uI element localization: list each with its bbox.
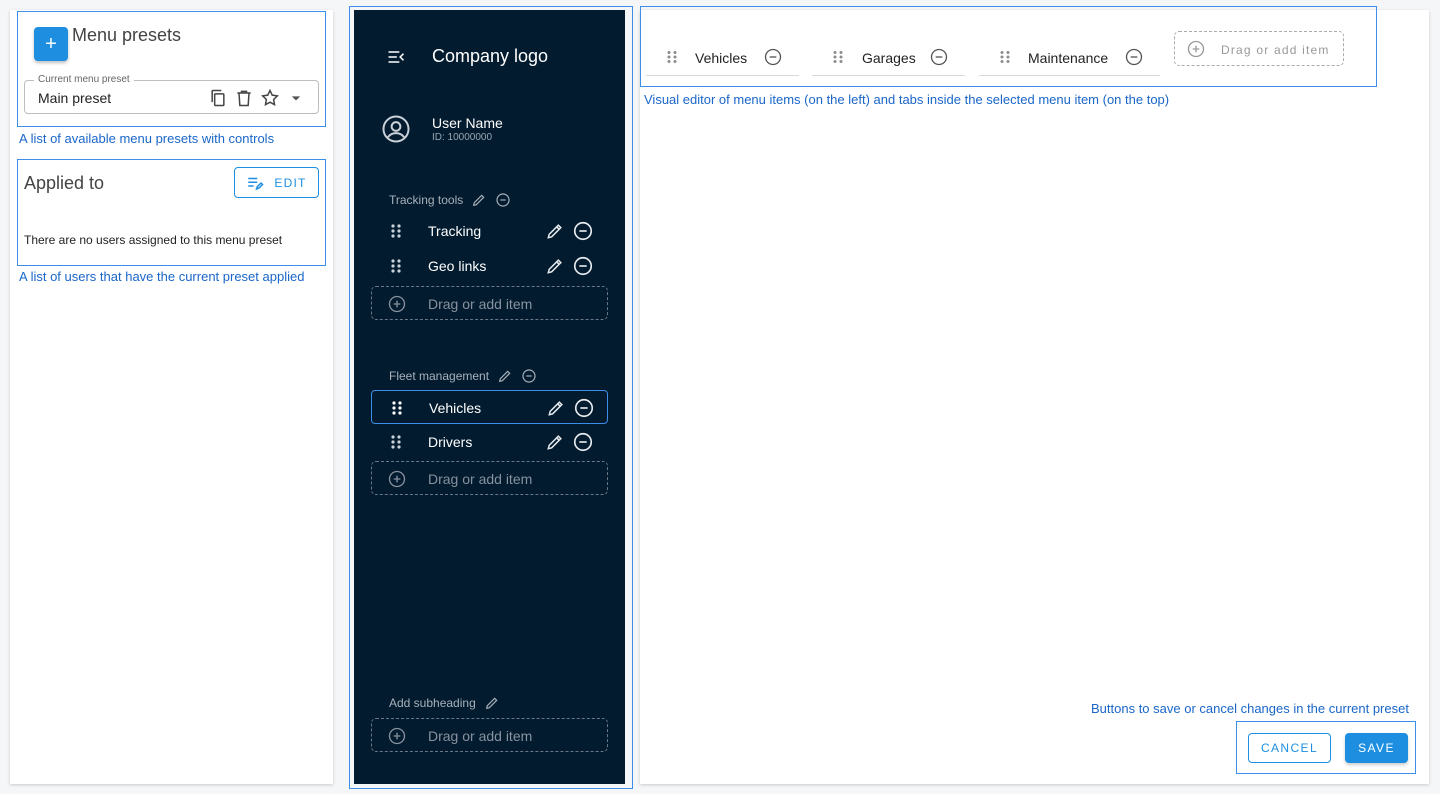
tab-label: Garages: [862, 50, 916, 66]
annotation-users: A list of users that have the current pr…: [19, 269, 305, 284]
applied-to-title: Applied to: [24, 173, 105, 193]
remove-circle-icon[interactable]: [572, 220, 594, 242]
presets-panel: + Menu presets Current menu preset Main …: [10, 10, 333, 784]
tab-maintenance[interactable]: Maintenance: [979, 38, 1160, 76]
drag-handle-icon[interactable]: [390, 400, 404, 416]
drag-handle-icon[interactable]: [389, 223, 403, 239]
subheading-label: Fleet management: [389, 369, 490, 383]
drag-handle-icon[interactable]: [999, 50, 1011, 64]
pencil-icon[interactable]: [545, 432, 565, 452]
menu-item-label: Drivers: [428, 434, 473, 450]
tab-label: Maintenance: [1028, 50, 1109, 66]
edit-list-icon: [248, 177, 264, 190]
user-name: User Name: [432, 115, 503, 131]
remove-circle-icon[interactable]: [1124, 47, 1144, 67]
tab-vehicles[interactable]: Vehicles: [646, 38, 799, 76]
current-preset-legend: Current menu preset: [34, 74, 134, 85]
tab-drop-zone[interactable]: Drag or add item: [1174, 31, 1344, 66]
add-circle-icon: [388, 295, 406, 313]
drop-zone-fleet-management[interactable]: Drag or add item: [371, 461, 608, 495]
drop-zone-label: Drag or add item: [428, 296, 533, 312]
trash-icon[interactable]: [234, 88, 254, 108]
menu-collapse-icon[interactable]: [386, 47, 406, 67]
star-icon[interactable]: [260, 88, 280, 108]
drop-zone-label: Drag or add item: [428, 728, 533, 744]
pencil-icon[interactable]: [471, 192, 487, 208]
subheading-fleet-management[interactable]: Fleet management: [389, 368, 537, 384]
menu-item-drivers[interactable]: Drivers: [371, 425, 608, 459]
cancel-button[interactable]: CANCEL: [1248, 733, 1331, 763]
tab-label: Vehicles: [695, 50, 748, 66]
pencil-icon[interactable]: [497, 368, 513, 384]
save-button[interactable]: SAVE: [1345, 733, 1408, 763]
remove-circle-icon[interactable]: [572, 431, 594, 453]
drag-handle-icon[interactable]: [832, 50, 844, 64]
remove-circle-icon[interactable]: [521, 368, 537, 384]
pencil-icon[interactable]: [545, 256, 565, 276]
menu-item-tracking[interactable]: Tracking: [371, 214, 608, 248]
add-circle-icon: [388, 727, 406, 745]
user-id: ID: 10000000: [432, 132, 493, 143]
menu-item-label: Vehicles: [429, 400, 482, 416]
remove-circle-icon[interactable]: [573, 397, 595, 419]
annotation-editor: Visual editor of menu items (on the left…: [644, 92, 1170, 107]
menu-item-geo-links[interactable]: Geo links: [371, 249, 608, 283]
drag-handle-icon[interactable]: [666, 50, 678, 64]
annotation-buttons: Buttons to save or cancel changes in the…: [1091, 701, 1409, 716]
drop-zone-label: Drag or add item: [428, 471, 533, 487]
add-preset-button[interactable]: +: [34, 27, 68, 61]
edit-button-label: EDIT: [274, 175, 307, 190]
subheading-tracking-tools[interactable]: Tracking tools: [389, 192, 511, 208]
add-circle-icon: [1187, 40, 1205, 58]
caret-down-icon[interactable]: [286, 88, 306, 108]
current-preset-value: Main preset: [38, 90, 112, 106]
add-subheading-label: Add subheading: [389, 696, 476, 710]
drop-zone-new-group[interactable]: Drag or add item: [371, 718, 608, 752]
current-preset-select[interactable]: Current menu preset Main preset: [24, 74, 319, 114]
add-subheading[interactable]: Add subheading: [389, 695, 500, 711]
pencil-icon[interactable]: [484, 695, 500, 711]
tab-garages[interactable]: Garages: [812, 38, 965, 76]
remove-circle-icon[interactable]: [929, 47, 949, 67]
copy-icon[interactable]: [208, 88, 228, 108]
tab-drop-label: Drag or add item: [1221, 43, 1330, 57]
pencil-icon[interactable]: [546, 398, 566, 418]
menu-sidebar-preview: Company logo User Name ID: 10000000 Trac…: [354, 10, 625, 784]
menu-item-vehicles[interactable]: Vehicles: [371, 390, 608, 424]
add-circle-icon: [388, 470, 406, 488]
drag-handle-icon[interactable]: [389, 434, 403, 450]
company-logo: Company logo: [432, 46, 549, 66]
edit-button[interactable]: EDIT: [234, 167, 319, 198]
annotation-presets: A list of available menu presets with co…: [19, 131, 275, 146]
tabs-editor-panel: Vehicles Garages Maintenance Drag or add…: [640, 10, 1429, 784]
menu-presets-title: Menu presets: [72, 25, 182, 45]
user-avatar-icon: [382, 115, 410, 143]
no-users-message: There are no users assigned to this menu…: [24, 233, 283, 247]
subheading-label: Tracking tools: [389, 193, 464, 207]
drop-zone-tracking-tools[interactable]: Drag or add item: [371, 286, 608, 320]
drag-handle-icon[interactable]: [389, 258, 403, 274]
remove-circle-icon[interactable]: [495, 192, 511, 208]
remove-circle-icon[interactable]: [763, 47, 783, 67]
remove-circle-icon[interactable]: [572, 255, 594, 277]
menu-item-label: Tracking: [428, 223, 482, 239]
pencil-icon[interactable]: [545, 221, 565, 241]
menu-item-label: Geo links: [428, 258, 487, 274]
